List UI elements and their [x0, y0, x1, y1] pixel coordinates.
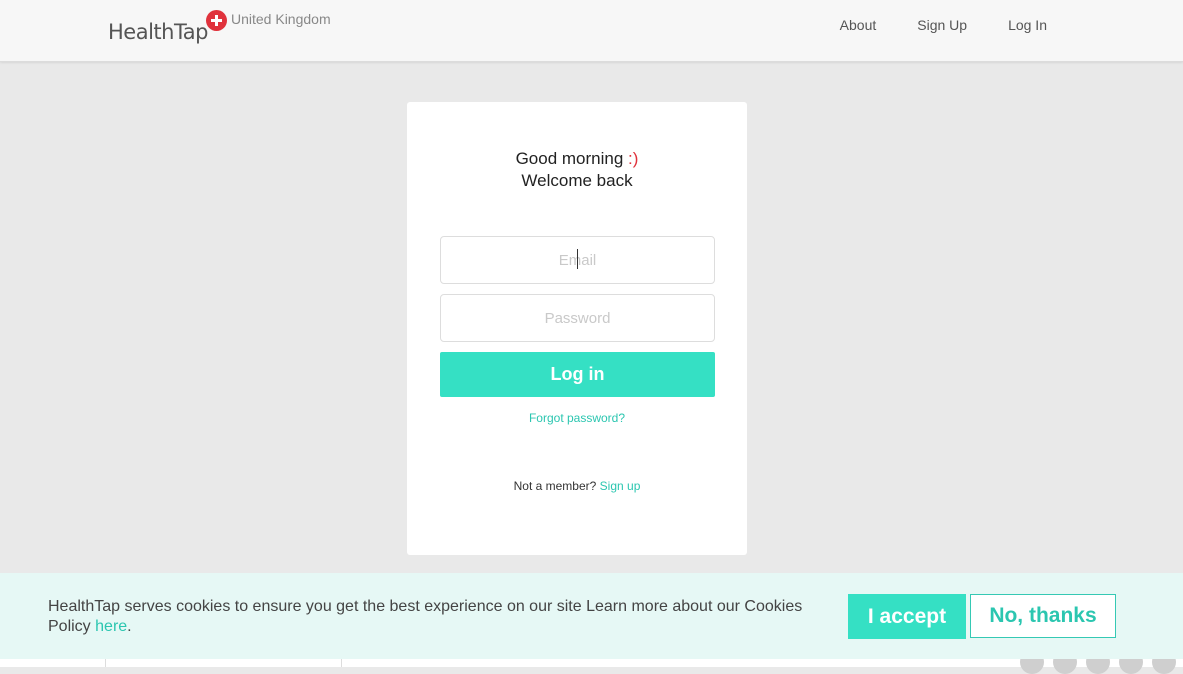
login-button[interactable]: Log in [440, 352, 715, 397]
forgot-password-link[interactable]: Forgot password? [407, 411, 747, 425]
smiley: :) [628, 149, 639, 168]
medical-cross-icon [206, 10, 228, 31]
healthtap-logo[interactable]: HealthTap [108, 10, 228, 46]
logo-text: HealthTap [108, 20, 209, 44]
nav-login-link[interactable]: Log In [1008, 17, 1047, 33]
region-label[interactable]: United Kingdom [231, 11, 331, 27]
not-member-text: Not a member? [513, 479, 597, 493]
nav-signup-link[interactable]: Sign Up [917, 17, 967, 33]
not-member-row: Not a member? Sign up [407, 479, 747, 493]
nav-about-link[interactable]: About [840, 17, 877, 33]
cookie-message: HealthTap serves cookies to ensure you g… [48, 597, 838, 637]
sign-up-link[interactable]: Sign up [600, 479, 641, 493]
greeting-text: Good morning [515, 149, 624, 168]
accept-cookies-button[interactable]: I accept [848, 594, 966, 639]
footer-divider [341, 658, 342, 667]
password-field[interactable] [440, 294, 715, 342]
login-card: Good morning :) Welcome back Log in Forg… [407, 102, 747, 555]
welcome-text: Welcome back [521, 171, 633, 190]
top-header: HealthTap United Kingdom About Sign Up L… [0, 0, 1183, 62]
greeting: Good morning :) Welcome back [407, 148, 747, 192]
cookie-policy-link[interactable]: here [95, 618, 127, 635]
top-nav: About Sign Up Log In [799, 17, 1047, 33]
cookie-text: HealthTap serves cookies to ensure you g… [48, 598, 803, 635]
cookie-banner: HealthTap serves cookies to ensure you g… [0, 573, 1183, 659]
text-cursor [577, 249, 578, 269]
cookie-period: . [127, 618, 132, 635]
decline-cookies-button[interactable]: No, thanks [970, 594, 1116, 638]
footer-strip [0, 658, 1183, 667]
footer-divider [105, 658, 106, 667]
